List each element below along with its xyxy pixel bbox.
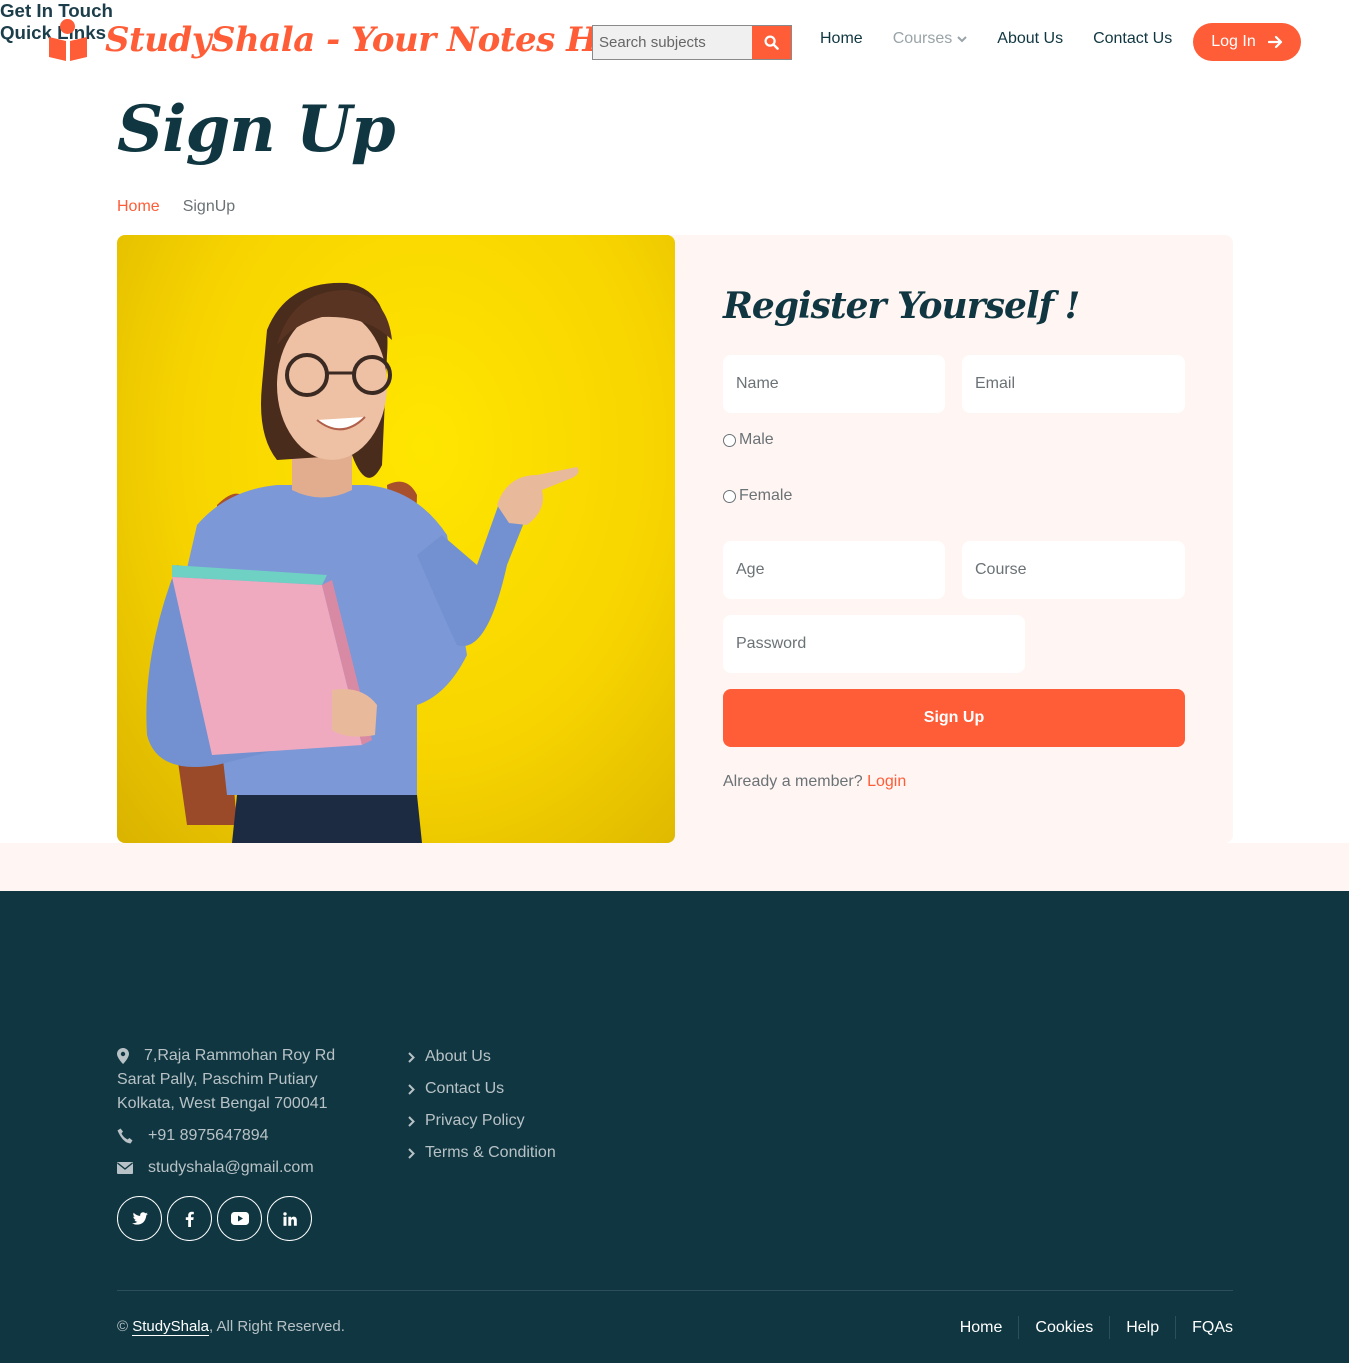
search-input[interactable] bbox=[593, 26, 752, 59]
footer-divider bbox=[117, 1290, 1233, 1291]
brand-name: StudyShala - Your Notes Hub bbox=[105, 20, 646, 60]
student-photo bbox=[117, 235, 675, 843]
quicklink-terms[interactable]: Terms & Condition bbox=[408, 1144, 556, 1162]
twitter-icon bbox=[131, 1211, 148, 1225]
name-input[interactable] bbox=[723, 355, 945, 413]
quicklink-about[interactable]: About Us bbox=[408, 1048, 491, 1066]
phone-icon bbox=[117, 1128, 133, 1144]
member-prompt: Already a member? Login bbox=[723, 773, 906, 791]
chevron-down-icon bbox=[957, 36, 967, 43]
gender-male-option[interactable]: Male bbox=[723, 431, 774, 449]
login-button-label: Log In bbox=[1211, 33, 1256, 50]
email-input[interactable] bbox=[962, 355, 1185, 413]
gender-female-option[interactable]: Female bbox=[723, 487, 792, 505]
nav-about[interactable]: About Us bbox=[997, 30, 1063, 48]
book-reader-icon bbox=[47, 18, 89, 62]
social-links bbox=[117, 1196, 312, 1241]
nav-courses-label: Courses bbox=[892, 30, 953, 47]
footer-menu-cookies[interactable]: Cookies bbox=[1035, 1319, 1093, 1337]
menu-divider bbox=[1175, 1316, 1177, 1339]
login-button[interactable]: Log In bbox=[1193, 23, 1301, 61]
main-nav: Home Courses About Us Contact Us bbox=[820, 30, 1172, 48]
search-form bbox=[592, 25, 792, 60]
footer-menu-faqs[interactable]: FQAs bbox=[1192, 1319, 1233, 1337]
section-band bbox=[0, 843, 1349, 891]
menu-divider bbox=[1109, 1316, 1111, 1339]
phone-number: +91 8975647894 bbox=[148, 1127, 269, 1144]
chevron-right-icon bbox=[408, 1115, 415, 1127]
search-icon bbox=[764, 35, 779, 50]
youtube-icon bbox=[230, 1212, 249, 1225]
login-link[interactable]: Login bbox=[867, 773, 906, 790]
age-input[interactable] bbox=[723, 541, 945, 599]
form-title: Register Yourself ! bbox=[723, 285, 1080, 327]
map-marker-icon bbox=[117, 1048, 129, 1064]
course-input[interactable] bbox=[962, 541, 1185, 599]
breadcrumb: Home SignUp bbox=[117, 198, 235, 216]
address-line-3: Kolkata, West Bengal 700041 bbox=[117, 1095, 328, 1112]
quicklink-privacy[interactable]: Privacy Policy bbox=[408, 1112, 525, 1130]
linkedin-link[interactable] bbox=[267, 1196, 312, 1241]
copyright-text: , All Right Reserved. bbox=[208, 1318, 345, 1335]
quicklink-terms-label: Terms & Condition bbox=[425, 1144, 556, 1161]
quicklink-contact-label: Contact Us bbox=[425, 1080, 505, 1097]
page-title: Sign Up bbox=[117, 92, 396, 167]
twitter-link[interactable] bbox=[117, 1196, 162, 1241]
linkedin-icon bbox=[282, 1211, 297, 1226]
quicklink-contact[interactable]: Contact Us bbox=[408, 1080, 504, 1098]
breadcrumb-home[interactable]: Home bbox=[117, 198, 160, 216]
navbar: StudyShala - Your Notes Hub Home Courses… bbox=[0, 0, 1349, 84]
facebook-link[interactable] bbox=[167, 1196, 212, 1241]
chevron-right-icon bbox=[408, 1083, 415, 1095]
footer-menu-home[interactable]: Home bbox=[960, 1319, 1003, 1337]
chevron-right-icon bbox=[408, 1147, 415, 1159]
brand-logo[interactable]: StudyShala - Your Notes Hub bbox=[47, 18, 646, 62]
email-address: studyshala@gmail.com bbox=[148, 1159, 314, 1176]
search-button[interactable] bbox=[752, 26, 791, 59]
radio-button[interactable] bbox=[723, 433, 736, 447]
copyright-brand-link[interactable]: StudyShala bbox=[132, 1318, 209, 1336]
menu-divider bbox=[1018, 1316, 1020, 1339]
nav-courses-dropdown[interactable]: Courses bbox=[893, 30, 968, 48]
chevron-right-icon bbox=[408, 1051, 415, 1063]
gender-male-label: Male bbox=[739, 431, 774, 448]
password-input[interactable] bbox=[723, 615, 1025, 673]
nav-contact[interactable]: Contact Us bbox=[1093, 30, 1172, 48]
nav-home[interactable]: Home bbox=[820, 30, 863, 48]
copyright-symbol: © bbox=[117, 1318, 129, 1335]
signup-submit-button[interactable]: Sign Up bbox=[723, 689, 1185, 747]
gender-female-label: Female bbox=[739, 487, 793, 504]
member-prompt-text: Already a member? bbox=[723, 773, 863, 790]
footer-menu: Home Cookies Help FQAs bbox=[960, 1316, 1233, 1339]
quicklink-about-label: About Us bbox=[425, 1048, 491, 1065]
address-line-2: Sarat Pally, Paschim Putiary bbox=[117, 1071, 318, 1088]
radio-button[interactable] bbox=[723, 489, 736, 503]
facebook-icon bbox=[185, 1211, 194, 1227]
copyright: © StudyShala, All Right Reserved. bbox=[117, 1318, 345, 1336]
envelope-icon bbox=[117, 1162, 133, 1174]
arrow-right-icon bbox=[1267, 35, 1282, 49]
youtube-link[interactable] bbox=[217, 1196, 262, 1241]
quicklink-privacy-label: Privacy Policy bbox=[425, 1112, 525, 1129]
address-line-1: 7,Raja Rammohan Roy Rd bbox=[144, 1047, 336, 1064]
footer-menu-help[interactable]: Help bbox=[1126, 1319, 1159, 1337]
breadcrumb-current: SignUp bbox=[182, 198, 236, 215]
